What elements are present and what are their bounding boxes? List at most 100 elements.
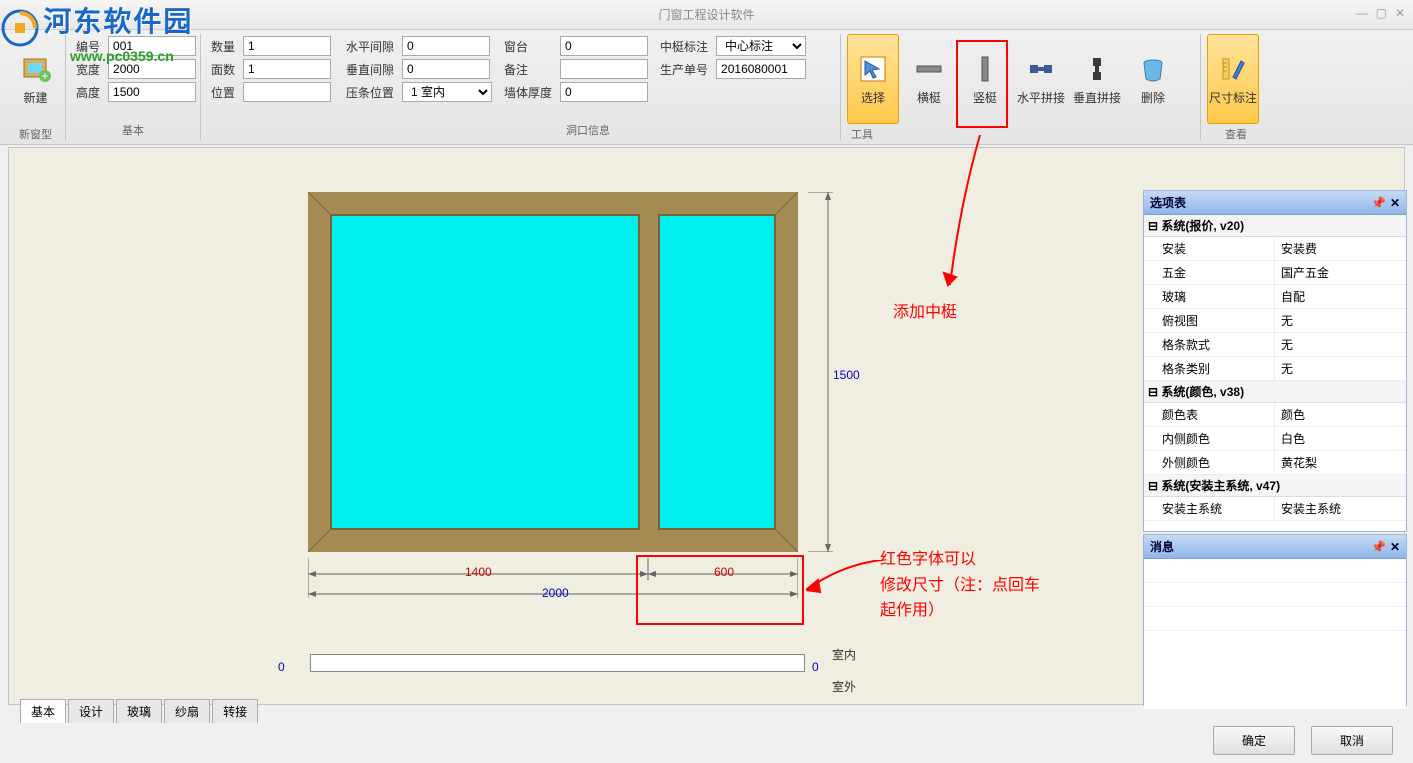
- sill-label: 窗台: [500, 36, 556, 57]
- pane-left[interactable]: [330, 214, 640, 530]
- prop-val[interactable]: 无: [1275, 309, 1406, 332]
- dim-total[interactable]: 2000: [542, 586, 569, 600]
- annotation-arrow-2: [806, 560, 886, 600]
- vmullion-icon: [969, 53, 1001, 85]
- message-panel-head[interactable]: 消息 📌✕: [1144, 535, 1406, 559]
- minimize-icon[interactable]: —: [1356, 6, 1368, 20]
- prop-key: 格条类别: [1144, 357, 1275, 380]
- close-icon[interactable]: ✕: [1395, 6, 1405, 20]
- window-controls: — ▢ ✕: [1356, 6, 1405, 20]
- prop-row[interactable]: 五金国产五金: [1144, 261, 1406, 285]
- prop-val[interactable]: 无: [1275, 333, 1406, 356]
- strip-select[interactable]: 1 室内: [402, 82, 492, 102]
- panel-close-icon[interactable]: ✕: [1390, 196, 1400, 210]
- prop-val[interactable]: 无: [1275, 357, 1406, 380]
- pin-icon[interactable]: 📌: [1371, 540, 1386, 554]
- vmullion-label: 竖梃: [973, 89, 997, 106]
- pin-icon[interactable]: 📌: [1371, 196, 1386, 210]
- tab-glass[interactable]: 玻璃: [116, 699, 162, 723]
- tab-screen[interactable]: 纱扇: [164, 699, 210, 723]
- prop-row[interactable]: 格条款式无: [1144, 333, 1406, 357]
- prop-val[interactable]: 白色: [1275, 427, 1406, 450]
- order-input[interactable]: [716, 59, 806, 79]
- vsplice-label: 垂直拼接: [1073, 89, 1121, 106]
- prop-val[interactable]: 黄花梨: [1275, 451, 1406, 474]
- group-new-label: 新窗型: [12, 124, 59, 144]
- group-tools-label: 工具: [847, 124, 1194, 144]
- vsplice-button[interactable]: 垂直拼接: [1071, 34, 1123, 124]
- prop-row[interactable]: 安装主系统安装主系统: [1144, 497, 1406, 521]
- ribbon-group-basic: 编号 宽度 高度 基本: [66, 34, 201, 140]
- ribbon-group-view: 尺寸标注 查看: [1201, 34, 1271, 140]
- qty-input[interactable]: [243, 36, 331, 56]
- ribbon-group-new: + 新建 新窗型: [6, 34, 66, 140]
- vgap-input[interactable]: [402, 59, 490, 79]
- vmullion-button[interactable]: 竖梃: [959, 34, 1011, 124]
- faces-input[interactable]: [243, 59, 331, 79]
- prop-val[interactable]: 安装费: [1275, 237, 1406, 260]
- prop-section[interactable]: ⊟ 系统(安装主系统, v47): [1144, 475, 1406, 497]
- hmullion-button[interactable]: 横梃: [903, 34, 955, 124]
- prop-key: 玻璃: [1144, 285, 1275, 308]
- hsplice-button[interactable]: 水平拼接: [1015, 34, 1067, 124]
- wall-input[interactable]: [560, 82, 648, 102]
- ruler-icon: [1217, 53, 1249, 85]
- new-icon: +: [20, 53, 52, 85]
- cancel-button[interactable]: 取消: [1311, 726, 1393, 755]
- annotation-add-mullion: 添加中梃: [893, 298, 957, 322]
- width-input[interactable]: [108, 59, 196, 79]
- new-label: 新建: [23, 89, 47, 106]
- id-input[interactable]: [108, 36, 196, 56]
- prop-val[interactable]: 颜色: [1275, 403, 1406, 426]
- maximize-icon[interactable]: ▢: [1376, 6, 1387, 20]
- tab-adapter[interactable]: 转接: [212, 699, 258, 723]
- hsplice-icon: [1025, 53, 1057, 85]
- title-bar: 门窗工程设计软件 — ▢ ✕: [0, 0, 1413, 30]
- options-panel-head[interactable]: 选项表 📌 ✕: [1144, 191, 1406, 215]
- sill-input[interactable]: [560, 36, 648, 56]
- height-input[interactable]: [108, 82, 196, 102]
- zero-left: 0: [278, 660, 285, 674]
- prop-row[interactable]: 外侧颜色黄花梨: [1144, 451, 1406, 475]
- prop-row[interactable]: 颜色表颜色: [1144, 403, 1406, 427]
- ribbon-group-qty: 数量 面数 位置: [201, 34, 336, 140]
- prop-section[interactable]: ⊟ 系统(报价, v20): [1144, 215, 1406, 237]
- tab-design[interactable]: 设计: [68, 699, 114, 723]
- delete-button[interactable]: 删除: [1127, 34, 1179, 124]
- dimnote-button[interactable]: 尺寸标注: [1207, 34, 1259, 124]
- prop-row[interactable]: 玻璃自配: [1144, 285, 1406, 309]
- dim-height[interactable]: 1500: [833, 368, 860, 382]
- panel-close-icon[interactable]: ✕: [1390, 540, 1400, 554]
- pane-right[interactable]: [658, 214, 776, 530]
- prop-val[interactable]: 自配: [1275, 285, 1406, 308]
- prop-row[interactable]: 安装安装费: [1144, 237, 1406, 261]
- pos-input[interactable]: [243, 82, 331, 102]
- window-drawing[interactable]: [308, 192, 798, 552]
- mullion-note-select[interactable]: 中心标注: [716, 36, 806, 56]
- ribbon: + 新建 新窗型 编号 宽度 高度 基本 数量 面数: [0, 30, 1413, 145]
- select-button[interactable]: 选择: [847, 34, 899, 124]
- strip-label: 压条位置: [342, 82, 398, 103]
- prop-val[interactable]: 国产五金: [1275, 261, 1406, 284]
- select-label: 选择: [861, 89, 885, 106]
- prop-row[interactable]: 俯视图无: [1144, 309, 1406, 333]
- prop-val[interactable]: 安装主系统: [1275, 497, 1406, 520]
- ok-button[interactable]: 确定: [1213, 726, 1295, 755]
- hgap-input[interactable]: [402, 36, 490, 56]
- dim-w2[interactable]: 600: [714, 565, 734, 579]
- prop-row[interactable]: 内侧颜色白色: [1144, 427, 1406, 451]
- prop-key: 五金: [1144, 261, 1275, 284]
- note-input[interactable]: [560, 59, 648, 79]
- app-title: 门窗工程设计软件: [658, 6, 754, 23]
- group-opening-label: 洞口信息: [342, 120, 834, 140]
- prop-section[interactable]: ⊟ 系统(颜色, v38): [1144, 381, 1406, 403]
- prop-row[interactable]: 格条类别无: [1144, 357, 1406, 381]
- tab-basic[interactable]: 基本: [20, 699, 66, 723]
- prop-key: 俯视图: [1144, 309, 1275, 332]
- dim-w1[interactable]: 1400: [465, 565, 492, 579]
- dimnote-label: 尺寸标注: [1209, 89, 1257, 106]
- delete-label: 删除: [1141, 89, 1165, 106]
- ribbon-group-tools: 选择 横梃 竖梃 水平拼接 垂直拼接 删除 工具: [841, 34, 1201, 140]
- new-button[interactable]: + 新建: [12, 34, 59, 124]
- options-panel-title: 选项表: [1150, 194, 1186, 211]
